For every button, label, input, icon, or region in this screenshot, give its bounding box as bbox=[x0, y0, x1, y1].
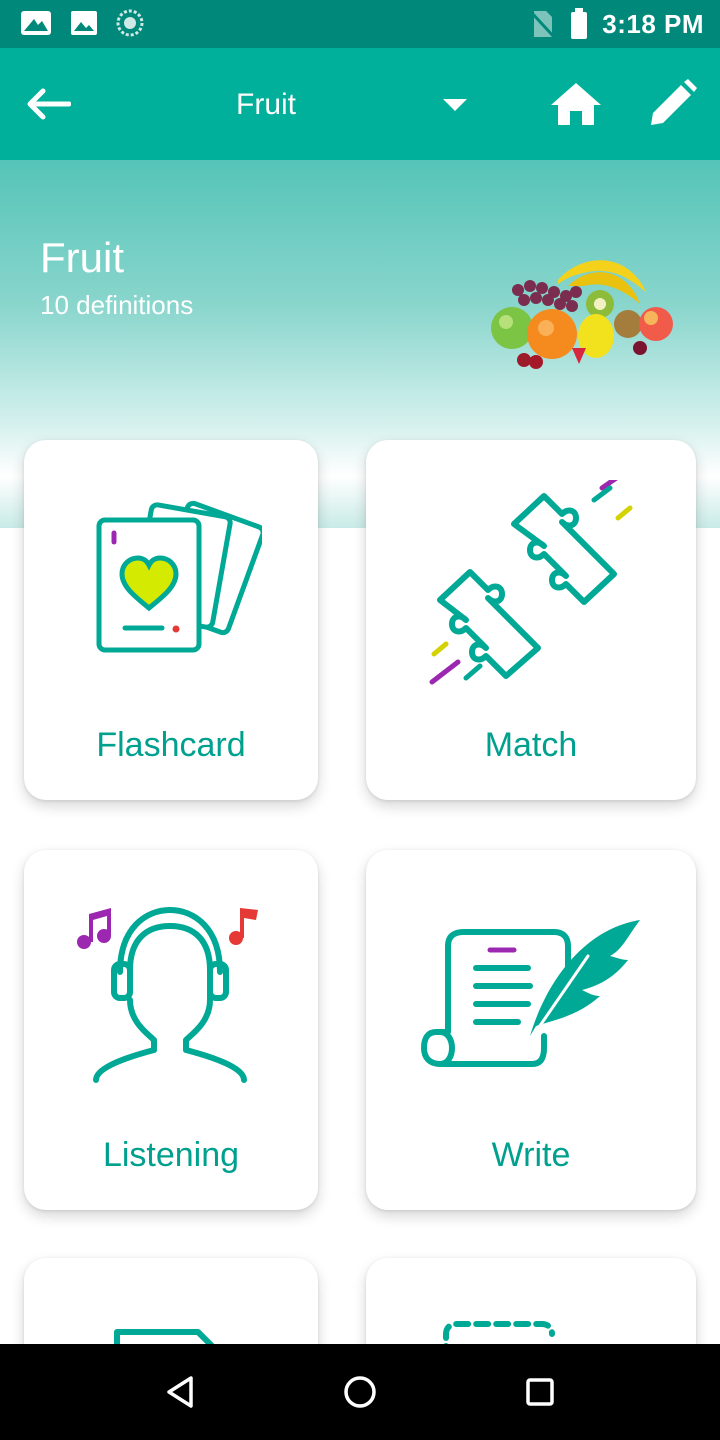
image-icon bbox=[71, 11, 97, 35]
headphones-person-icon bbox=[77, 907, 258, 1083]
status-time: 3:18 PM bbox=[602, 9, 704, 39]
deck-dropdown[interactable]: Fruit bbox=[210, 76, 480, 132]
mode-label: Flashcard bbox=[96, 726, 246, 764]
edit-button[interactable] bbox=[644, 78, 700, 130]
home-button[interactable] bbox=[546, 78, 606, 130]
nav-home-button[interactable] bbox=[332, 1368, 388, 1416]
no-sim-icon bbox=[530, 10, 557, 39]
mode-card-flashcard[interactable]: Flashcard bbox=[24, 440, 318, 800]
status-icons-left bbox=[20, 9, 144, 37]
nav-recents-button[interactable] bbox=[512, 1368, 568, 1416]
back-button[interactable] bbox=[22, 80, 74, 128]
home-circle-icon bbox=[344, 1376, 376, 1408]
status-icons-right: 3:18 PM bbox=[530, 6, 704, 42]
fruit-basket-image bbox=[491, 260, 673, 369]
system-nav-bar bbox=[0, 1344, 720, 1440]
mode-label: Write bbox=[491, 1136, 571, 1174]
battery-icon bbox=[571, 8, 588, 39]
sync-circle-icon bbox=[116, 9, 144, 37]
recents-square-icon bbox=[526, 1378, 554, 1406]
back-triangle-icon bbox=[167, 1376, 193, 1408]
photo-frame-icon bbox=[21, 11, 51, 35]
flashcard-icon bbox=[96, 500, 262, 653]
definitions-count: 10 definitions bbox=[40, 290, 194, 320]
dropdown-caret-icon bbox=[443, 99, 467, 111]
puzzle-icon bbox=[429, 480, 633, 685]
quill-scroll-icon bbox=[421, 920, 640, 1067]
mode-card-match[interactable]: Match bbox=[366, 440, 696, 800]
status-bar: 3:18 PM bbox=[0, 0, 720, 48]
deck-title: Fruit bbox=[40, 234, 124, 281]
mode-label: Match bbox=[484, 726, 578, 764]
nav-back-button[interactable] bbox=[152, 1368, 208, 1416]
pencil-icon bbox=[651, 79, 697, 125]
app-bar-title: Fruit bbox=[236, 88, 296, 121]
app-bar: Fruit bbox=[0, 48, 720, 160]
home-icon bbox=[551, 83, 601, 125]
back-arrow-icon bbox=[27, 88, 71, 120]
mode-card-listening[interactable]: Listening bbox=[24, 850, 318, 1210]
mode-card-write[interactable]: Write bbox=[366, 850, 696, 1210]
mode-label: Listening bbox=[102, 1136, 240, 1174]
